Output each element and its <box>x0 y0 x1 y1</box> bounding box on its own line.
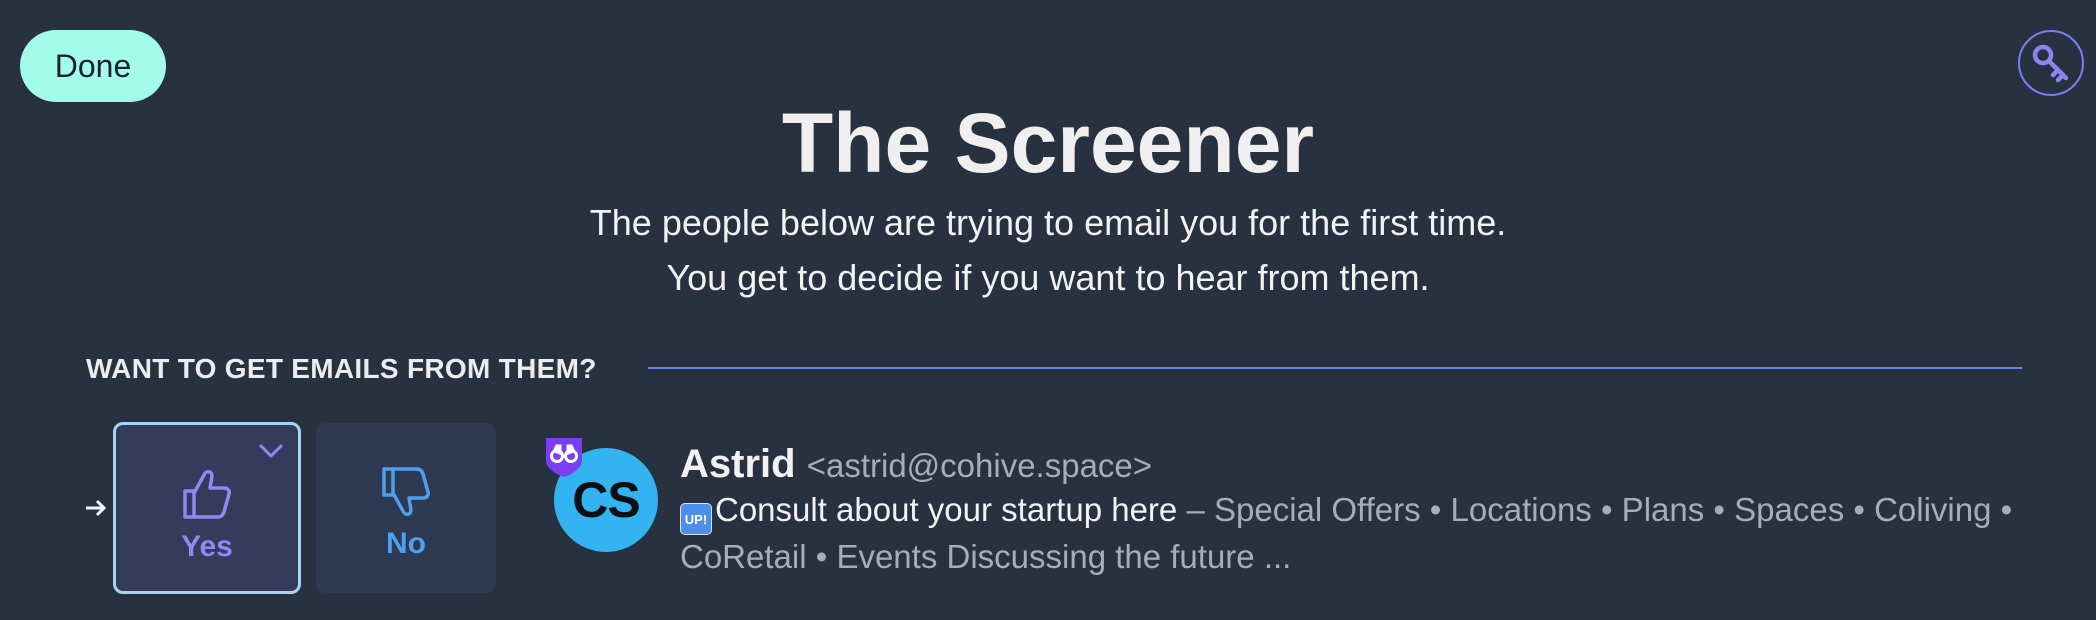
sender-name: Astrid <box>680 442 796 486</box>
no-button[interactable]: No <box>316 423 496 593</box>
up-emoji-icon: UP! <box>680 503 712 535</box>
page-subtitle-line-1: The people below are trying to email you… <box>589 202 1507 243</box>
chevron-down-icon[interactable] <box>258 443 284 459</box>
email-preview[interactable]: UP! Consult about your startup here – Spe… <box>680 488 2020 579</box>
page-subtitle-line-2: You get to decide if you want to hear fr… <box>666 257 1430 298</box>
section-heading: WANT TO GET EMAILS FROM THEM? <box>86 353 597 384</box>
yes-label: Yes <box>181 530 233 563</box>
email-subject: Consult about your startup here <box>715 491 1178 528</box>
section-divider <box>648 367 2022 369</box>
focus-arrow-icon <box>84 490 110 526</box>
key-button[interactable] <box>2018 30 2084 96</box>
thumbs-up-icon <box>183 470 231 519</box>
key-icon <box>2032 44 2069 83</box>
thumbs-down-icon <box>382 467 430 516</box>
no-label: No <box>386 527 426 560</box>
sender-email: <astrid@cohive.space> <box>806 447 1153 484</box>
sender-avatar-group: CS <box>544 436 664 556</box>
subject-separator: – <box>1177 491 1214 528</box>
binoculars-badge-icon <box>546 438 582 477</box>
sender-line[interactable]: Astrid <astrid@cohive.space> <box>680 440 1152 490</box>
page-title: The Screener <box>781 96 1315 190</box>
yes-button[interactable]: Yes <box>113 422 301 594</box>
